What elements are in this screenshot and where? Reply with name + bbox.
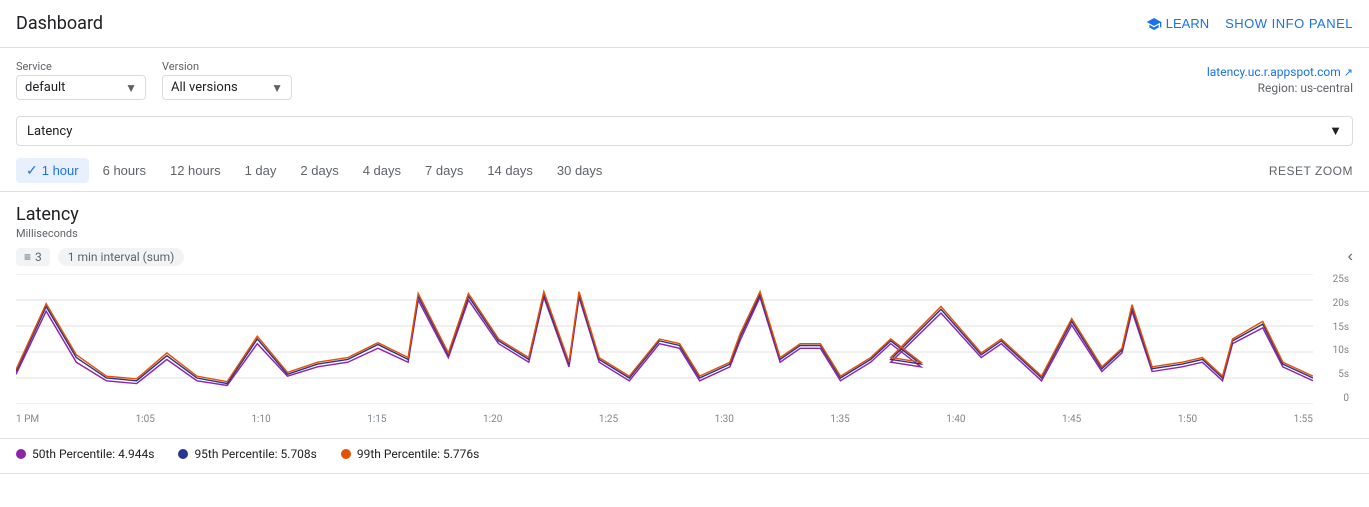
legend-label-99th: 99th Percentile: 5.776s xyxy=(357,447,479,461)
time-btn-6hours[interactable]: 6 hours xyxy=(93,159,156,182)
region-label: Region: us-central xyxy=(1207,81,1353,95)
app-link[interactable]: latency.uc.r.appspot.com ↗ xyxy=(1207,65,1353,79)
time-btn-4days[interactable]: 4 days xyxy=(353,159,411,182)
legend-item-50th: 50th Percentile: 4.944s xyxy=(16,447,154,461)
x-label-1-25: 1:25 xyxy=(599,414,618,425)
x-label-1-35: 1:35 xyxy=(830,414,849,425)
metric-dropdown[interactable]: Latency ▼ xyxy=(16,116,1353,146)
bottom-border xyxy=(0,473,1369,474)
time-range-row: ✓ 1 hour 6 hours 12 hours 1 day 2 days 4… xyxy=(0,154,1369,192)
x-axis: 1 PM 1:05 1:10 1:15 1:20 1:25 1:30 1:35 … xyxy=(16,414,1313,434)
filter-icon: ≡ xyxy=(24,250,31,264)
y-label-15s: 15s xyxy=(1333,322,1349,333)
time-btn-30days[interactable]: 30 days xyxy=(547,159,613,182)
time-btn-14days[interactable]: 14 days xyxy=(477,159,543,182)
version-dropdown[interactable]: All versions ▼ xyxy=(162,75,292,100)
collapse-button[interactable]: ‹ xyxy=(1348,248,1353,266)
time-btn-2days[interactable]: 2 days xyxy=(290,159,348,182)
legend-row: 50th Percentile: 4.944s 95th Percentile:… xyxy=(0,438,1369,473)
page-header: Dashboard LEARN SHOW INFO PANEL xyxy=(0,0,1369,48)
x-label-1-15: 1:15 xyxy=(367,414,386,425)
version-label: Version xyxy=(162,60,292,73)
controls-right: latency.uc.r.appspot.com ↗ Region: us-ce… xyxy=(1207,65,1353,95)
x-label-1-30: 1:30 xyxy=(715,414,734,425)
version-dropdown-group: Version All versions ▼ xyxy=(162,60,292,100)
legend-dot-95th xyxy=(178,449,188,459)
x-label-1-05: 1:05 xyxy=(136,414,155,425)
metric-dropdown-arrow: ▼ xyxy=(1329,123,1342,139)
chart-title: Latency xyxy=(16,204,1353,225)
metric-dropdown-row: Latency ▼ xyxy=(0,108,1369,154)
x-label-1-45: 1:45 xyxy=(1062,414,1081,425)
x-label-1-50: 1:50 xyxy=(1178,414,1197,425)
reset-zoom-button[interactable]: RESET ZOOM xyxy=(1269,164,1353,178)
controls-row: Service default ▼ Version All versions ▼… xyxy=(0,48,1369,108)
chart-subtitle: Milliseconds xyxy=(16,227,1353,240)
checkmark-icon: ✓ xyxy=(26,162,38,179)
time-range-buttons: ✓ 1 hour 6 hours 12 hours 1 day 2 days 4… xyxy=(16,158,612,183)
x-label-1-40: 1:40 xyxy=(946,414,965,425)
service-dropdown[interactable]: default ▼ xyxy=(16,75,146,100)
service-label: Service xyxy=(16,60,146,73)
chart-svg xyxy=(16,274,1313,404)
graduation-icon xyxy=(1146,16,1162,32)
learn-button[interactable]: LEARN xyxy=(1146,16,1209,32)
service-dropdown-group: Service default ▼ xyxy=(16,60,146,100)
legend-label-95th: 95th Percentile: 5.708s xyxy=(194,447,316,461)
x-label-1pm: 1 PM xyxy=(16,414,39,425)
x-label-1-20: 1:20 xyxy=(483,414,502,425)
chart-toolbar: ≡ 3 1 min interval (sum) ‹ xyxy=(16,248,1353,266)
y-label-5s: 5s xyxy=(1338,369,1349,380)
x-label-1-55: 1:55 xyxy=(1294,414,1313,425)
interval-badge: 1 min interval (sum) xyxy=(58,248,185,266)
y-axis: 25s 20s 15s 10s 5s 0 xyxy=(1313,274,1353,404)
show-info-panel-button[interactable]: SHOW INFO PANEL xyxy=(1225,16,1353,31)
legend-label-50th: 50th Percentile: 4.944s xyxy=(32,447,154,461)
legend-item-99th: 99th Percentile: 5.776s xyxy=(341,447,479,461)
legend-dot-50th xyxy=(16,449,26,459)
header-actions: LEARN SHOW INFO PANEL xyxy=(1146,16,1353,32)
page-title: Dashboard xyxy=(16,13,103,34)
service-dropdown-arrow: ▼ xyxy=(125,81,137,95)
legend-dot-99th xyxy=(341,449,351,459)
y-label-25s: 25s xyxy=(1333,274,1349,285)
time-btn-1day[interactable]: 1 day xyxy=(235,159,287,182)
y-label-0: 0 xyxy=(1343,393,1349,404)
chart-section: Latency Milliseconds ≡ 3 1 min interval … xyxy=(0,192,1369,434)
filter-badge[interactable]: ≡ 3 xyxy=(16,248,50,266)
y-label-20s: 20s xyxy=(1333,298,1349,309)
chart-container: 25s 20s 15s 10s 5s 0 1 PM 1:05 1:10 1:15… xyxy=(16,274,1353,434)
controls-left: Service default ▼ Version All versions ▼ xyxy=(16,60,292,100)
y-label-10s: 10s xyxy=(1333,345,1349,356)
time-btn-12hours[interactable]: 12 hours xyxy=(160,159,231,182)
legend-item-95th: 95th Percentile: 5.708s xyxy=(178,447,316,461)
chart-area xyxy=(16,274,1313,404)
time-btn-7days[interactable]: 7 days xyxy=(415,159,473,182)
time-btn-1hour[interactable]: ✓ 1 hour xyxy=(16,158,89,183)
external-link-icon: ↗ xyxy=(1344,66,1353,79)
x-label-1-10: 1:10 xyxy=(251,414,270,425)
version-dropdown-arrow: ▼ xyxy=(271,81,283,95)
